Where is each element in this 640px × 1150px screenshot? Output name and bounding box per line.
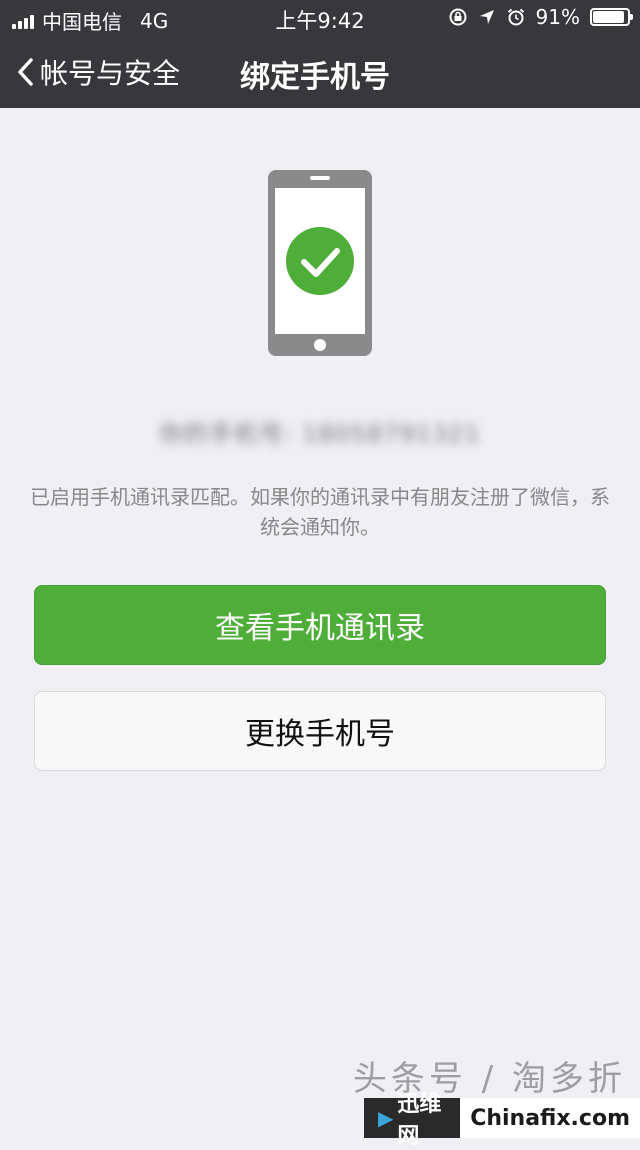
rotation-lock-icon <box>449 8 467 26</box>
badge-right-label: Chinafix.com <box>460 1098 640 1138</box>
phone-number: 你的手机号: 18058791321 <box>159 420 481 448</box>
contact-match-hint: 已启用手机通讯录匹配。如果你的通讯录中有朋友注册了微信，系统会通知你。 <box>30 485 610 539</box>
page-title: 绑定手机号 <box>240 60 390 95</box>
main-content: 你的手机号: 18058791321 已启用手机通讯录匹配。如果你的通讯录中有朋… <box>0 108 640 1138</box>
badge-left-label: 迅维网 <box>397 1092 442 1149</box>
view-contacts-button[interactable]: 查看手机通讯录 <box>34 585 606 665</box>
back-button[interactable]: 帐号与安全 <box>16 52 180 92</box>
alarm-icon <box>507 8 524 26</box>
battery-percent: 91% <box>535 5 580 29</box>
back-button-label: 帐号与安全 <box>40 57 181 90</box>
location-arrow-icon <box>479 10 494 24</box>
chevron-left-icon <box>18 58 33 86</box>
navigation-bar: 帐号与安全 绑定手机号 <box>0 36 640 108</box>
status-right: 91% <box>448 5 633 29</box>
battery-icon <box>590 8 633 26</box>
change-phone-button[interactable]: 更换手机号 <box>34 691 606 771</box>
watermark-text: 头条号 / 淘多折 <box>352 1059 626 1099</box>
play-arrow-icon: ▶ <box>378 1106 394 1130</box>
site-badge: ▶ 迅维网 Chinafix.com <box>364 1092 640 1149</box>
badge-left: ▶ 迅维网 <box>364 1092 461 1149</box>
battery-fill <box>593 11 624 23</box>
phone-check-icon <box>268 170 372 356</box>
status-bar: 中国电信 4G 上午9:42 91% <box>0 0 640 36</box>
